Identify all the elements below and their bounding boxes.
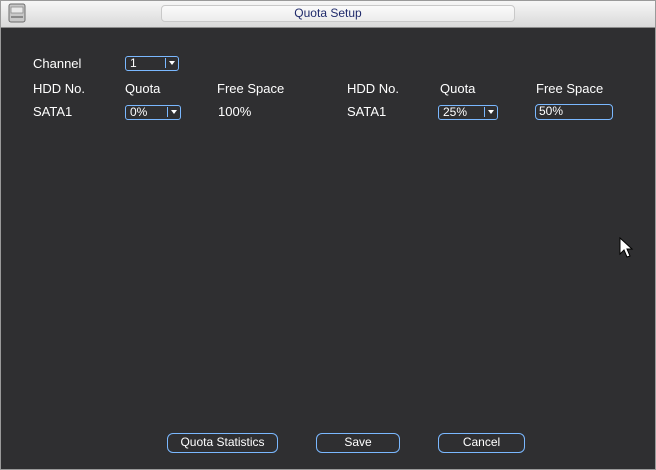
left-header-hdd: HDD No. <box>33 81 86 96</box>
right-header-hdd: HDD No. <box>347 81 400 96</box>
left-quota-select[interactable]: 0% <box>125 105 181 120</box>
right-quota-select[interactable]: 25% <box>438 105 498 120</box>
mouse-pointer-icon <box>619 237 634 258</box>
left-header-free-space: Free Space <box>217 81 285 96</box>
save-button[interactable]: Save <box>316 433 400 453</box>
cancel-button[interactable]: Cancel <box>438 433 525 453</box>
left-quota-value: 0% <box>130 105 148 119</box>
right-row-hdd: SATA1 <box>347 104 387 119</box>
right-header-quota: Quota <box>440 81 476 96</box>
right-free-space-field[interactable]: 50% <box>535 104 613 120</box>
right-quota-value: 25% <box>443 105 468 119</box>
left-row-hdd: SATA1 <box>33 104 73 119</box>
chevron-down-icon[interactable] <box>167 107 178 117</box>
left-row-free-space: 100% <box>218 104 252 119</box>
chevron-down-icon[interactable] <box>484 107 495 117</box>
chevron-down-icon[interactable] <box>165 58 176 68</box>
window-title: Quota Setup <box>294 6 362 20</box>
quota-statistics-button[interactable]: Quota Statistics <box>167 433 278 453</box>
left-header-quota: Quota <box>125 81 161 96</box>
quota-setup-window: Quota Setup Channel 1 HDD No. Quota Free… <box>0 0 656 470</box>
channel-select[interactable]: 1 <box>125 56 179 71</box>
title-bar: Quota Setup <box>1 1 655 28</box>
right-header-free-space: Free Space <box>536 81 604 96</box>
channel-label: Channel <box>33 56 82 71</box>
channel-select-value: 1 <box>130 56 137 70</box>
